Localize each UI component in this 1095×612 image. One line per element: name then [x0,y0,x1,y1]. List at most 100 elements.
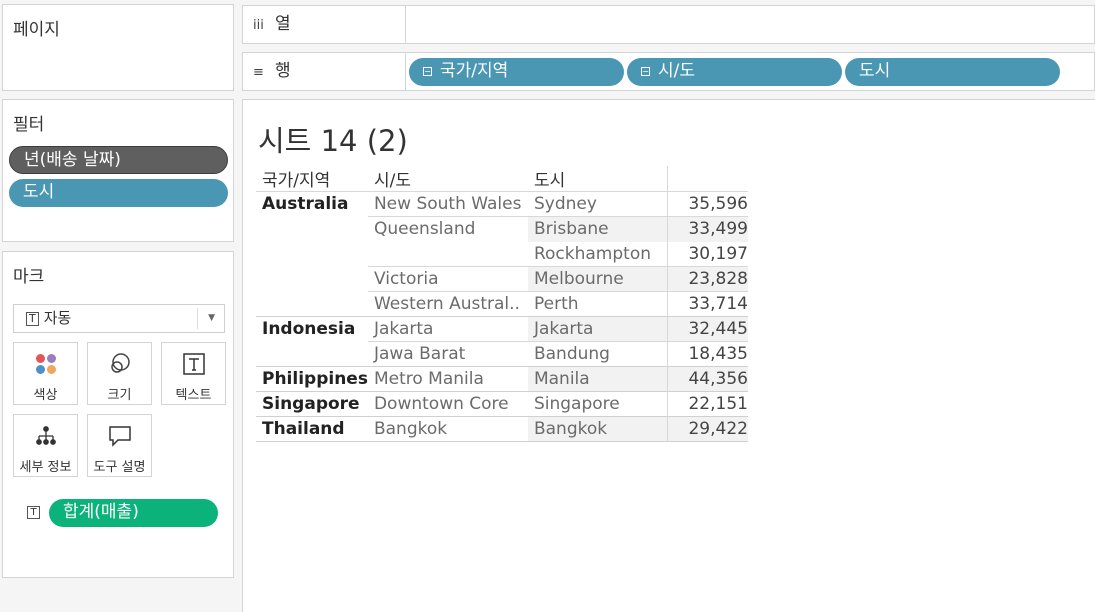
rows-pill-country-label: 국가/지역 [440,61,509,81]
marks-card-title: 마크 [13,267,45,287]
tooltip-button-label: 도구 설명 [93,460,146,475]
state-cell[interactable]: Jawa Barat [367,341,528,367]
city-cell[interactable]: Bangkok [527,416,668,442]
sales-value-cell[interactable]: 29,422 [667,416,748,442]
city-cell[interactable]: Rockhampton [528,242,668,267]
header-city[interactable]: 도시 [527,166,668,192]
color-icon [14,351,77,377]
filters-card[interactable]: 필터 년(배송 날짜) 도시 [2,99,234,242]
sales-value-cell[interactable]: 18,435 [667,341,748,367]
city-cell[interactable]: Melbourne [527,266,668,292]
sheet-title: 시트 14 (2) [258,124,408,158]
country-cell[interactable]: Philippines [256,366,368,392]
sales-value-cell[interactable]: 22,151 [667,391,748,417]
sales-value-cell[interactable]: 33,714 [667,291,748,317]
table-row: Philippines Metro Manila Manila 44,356 [256,366,748,392]
city-cell[interactable]: Bandung [527,341,668,367]
detail-button[interactable]: 세부 정보 [13,414,78,477]
city-cell[interactable]: Brisbane [527,216,668,242]
tooltip-button[interactable]: 도구 설명 [87,414,152,477]
state-cell [368,242,528,267]
table-row: Western Austral.. Perth 33,714 [256,291,748,317]
crosstab-table: 국가/지역 시/도 도시 Australia New South Wales S… [256,166,748,442]
pages-card-title: 페이지 [13,20,60,40]
rows-pill-state-label: 시/도 [658,61,696,81]
text-icon [162,351,225,377]
state-cell[interactable]: New South Wales [367,191,528,217]
columns-shelf-title: 열 [275,14,291,34]
country-cell[interactable]: Indonesia [256,316,368,342]
sales-value-cell[interactable]: 30,197 [667,241,748,267]
country-cell [256,292,368,317]
country-cell [256,217,368,242]
rows-shelf-title: 행 [275,61,291,81]
state-cell[interactable]: Bangkok [367,416,528,442]
table-row: Queensland Brisbane 33,499 [256,216,748,242]
header-state[interactable]: 시/도 [367,166,528,192]
city-cell[interactable]: Jakarta [527,316,668,342]
city-cell[interactable]: Sydney [527,191,668,217]
sales-value-cell[interactable]: 32,445 [667,316,748,342]
sales-value-cell[interactable]: 44,356 [667,366,748,392]
detail-icon [14,423,77,449]
text-button[interactable]: 텍스트 [161,342,226,405]
state-cell[interactable]: Victoria [367,266,528,292]
table-row: Indonesia Jakarta Jakarta 32,445 [256,316,748,342]
table-row: Jawa Barat Bandung 18,435 [256,341,748,367]
tooltip-icon [88,423,151,449]
columns-shelf-label: iii 열 [243,6,406,43]
city-cell[interactable]: Manila [527,366,668,392]
state-cell[interactable]: Downtown Core [367,391,528,417]
table-row: Thailand Bangkok Bangkok 29,422 [256,416,748,442]
header-value [667,166,748,192]
city-cell[interactable]: Singapore [527,391,668,417]
color-button[interactable]: 색상 [13,342,78,405]
size-button[interactable]: 크기 [87,342,152,405]
country-cell[interactable]: Thailand [256,416,368,442]
table-row: Victoria Melbourne 23,828 [256,266,748,292]
sheet-view[interactable]: 시트 14 (2) 국가/지역 시/도 도시 Australia New Sou… [242,99,1095,612]
detail-button-label: 세부 정보 [19,460,72,475]
country-cell[interactable]: Australia [256,191,368,217]
filter-pill-ship-year[interactable]: 년(배송 날짜) [9,146,228,174]
collapse-icon[interactable]: − [423,67,432,76]
state-cell[interactable]: Queensland [367,216,528,242]
country-cell [256,242,368,267]
columns-shelf[interactable]: iii 열 [242,5,1095,44]
text-encoding-icon: T [27,506,40,519]
table-row: Australia New South Wales Sydney 35,596 [256,191,748,217]
dropdown-divider [197,308,198,329]
state-cell[interactable]: Metro Manila [367,366,528,392]
header-country[interactable]: 국가/지역 [256,166,368,192]
sales-value-cell[interactable]: 23,828 [667,266,748,292]
text-button-label: 텍스트 [175,388,212,403]
table-row: Rockhampton 30,197 [256,241,748,267]
chevron-down-icon: ▼ [208,313,215,323]
rows-pill-city[interactable]: 도시 [845,58,1060,86]
size-button-label: 크기 [107,388,132,403]
color-button-label: 색상 [33,388,58,403]
filter-pill-city[interactable]: 도시 [9,179,228,207]
sales-value-cell[interactable]: 33,499 [667,216,748,242]
pages-card[interactable]: 페이지 [2,4,234,91]
rows-pill-state[interactable]: − 시/도 [627,58,842,86]
rows-pill-country[interactable]: − 국가/지역 [409,58,624,86]
country-cell [256,342,368,367]
header-row: 국가/지역 시/도 도시 [256,166,748,192]
text-icon: T [26,312,39,326]
state-cell[interactable]: Jakarta [367,316,528,342]
tableau-workspace: 페이지 필터 년(배송 날짜) 도시 마크 T 자동 ▼ 색상 크기 텍스트 세… [0,0,1095,612]
city-cell[interactable]: Perth [527,291,668,317]
country-cell[interactable]: Singapore [256,391,368,417]
columns-icon: iii [253,18,264,33]
marks-card: 마크 T 자동 ▼ 색상 크기 텍스트 세부 정보 도구 설명 T 합계(매출) [2,251,234,578]
rows-icon: ≡ [253,65,264,80]
mark-type-dropdown[interactable]: T 자동 ▼ [13,304,225,333]
sales-value-cell[interactable]: 35,596 [667,191,748,217]
mark-type-value: 자동 [43,309,72,327]
state-cell[interactable]: Western Austral.. [367,291,528,317]
rows-shelf[interactable]: ≡ 행 − 국가/지역 − 시/도 도시 [242,52,1095,91]
collapse-icon[interactable]: − [641,67,650,76]
filters-card-title: 필터 [13,115,45,135]
measure-pill-sum-sales[interactable]: 합계(매출) [49,499,218,527]
